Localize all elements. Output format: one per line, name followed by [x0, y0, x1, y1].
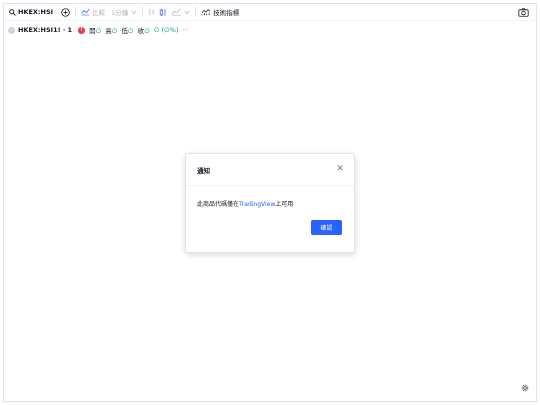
- interval-dropdown[interactable]: 1分鐘: [107, 4, 139, 21]
- change-value: ∅ (∅%): [153, 26, 179, 34]
- dialog-message: 此商品代碼僅在TradingView上可用: [186, 186, 354, 208]
- indicators-label: 技術指標: [213, 9, 240, 17]
- dialog-message-pre: 此商品代碼僅在: [197, 201, 240, 208]
- legend-close: 收∅: [138, 25, 150, 35]
- bars-icon: [149, 8, 154, 16]
- add-symbol-button[interactable]: [55, 4, 72, 21]
- chevron-down-icon: [131, 10, 137, 14]
- series-legend: HKEX:HSI1! · 1 ! 開∅ 高∅ 低∅ 收∅ ∅ (∅%) ···: [8, 24, 189, 36]
- market-status-icon[interactable]: [8, 26, 15, 34]
- dialog-message-post: 上可用: [275, 201, 294, 208]
- close-value: ∅: [144, 27, 150, 35]
- dialog-title: 通知: [197, 166, 210, 175]
- chart-type-dropdown[interactable]: [169, 4, 192, 21]
- toolbar-divider: [195, 7, 197, 17]
- compare-icon: [81, 8, 90, 16]
- symbol-label: HKEX:HSI: [18, 8, 54, 16]
- confirm-button[interactable]: 確認: [311, 220, 342, 235]
- legend-more-button[interactable]: ···: [182, 26, 188, 34]
- compare-button[interactable]: 比較: [79, 4, 107, 21]
- top-toolbar: HKEX:HSI 比較 1分鐘 技術指標: [4, 4, 536, 21]
- legend-symbol-title[interactable]: HKEX:HSI1! · 1: [18, 26, 72, 34]
- toolbar-divider: [75, 7, 77, 17]
- indicators-button[interactable]: 技術指標: [199, 4, 241, 21]
- indicators-icon: [201, 9, 211, 16]
- error-icon[interactable]: !: [78, 26, 86, 34]
- open-value: ∅: [95, 27, 102, 35]
- legend-change: ∅ (∅%): [154, 26, 179, 34]
- chevron-down-icon: [184, 10, 190, 14]
- candle-style-button[interactable]: [157, 4, 169, 21]
- chart-settings-button[interactable]: [521, 377, 529, 396]
- legend-open: 開∅: [89, 25, 101, 35]
- legend-low: 低∅: [121, 25, 133, 35]
- interval-label: 1分鐘: [111, 9, 129, 17]
- compare-label: 比較: [92, 9, 106, 17]
- low-value: ∅: [127, 27, 134, 35]
- plus-circle-icon: [61, 7, 70, 17]
- notice-dialog: 通知 ✕ 此商品代碼僅在TradingView上可用 確認: [185, 153, 355, 253]
- close-icon[interactable]: ✕: [336, 165, 344, 174]
- high-value: ∅: [111, 27, 118, 35]
- symbol-search[interactable]: HKEX:HSI: [4, 4, 55, 21]
- toolbar-divider: [142, 7, 144, 17]
- legend-high: 高∅: [105, 25, 117, 35]
- screenshot-button[interactable]: [516, 7, 531, 18]
- gear-icon: [521, 384, 529, 392]
- area-chart-icon: [171, 8, 182, 16]
- search-icon: [9, 8, 16, 16]
- dialog-header: 通知 ✕: [186, 154, 354, 186]
- tradingview-link[interactable]: TradingView: [239, 201, 275, 208]
- camera-icon: [518, 8, 529, 17]
- bar-style-button[interactable]: [146, 4, 157, 21]
- candle-icon: [160, 8, 166, 16]
